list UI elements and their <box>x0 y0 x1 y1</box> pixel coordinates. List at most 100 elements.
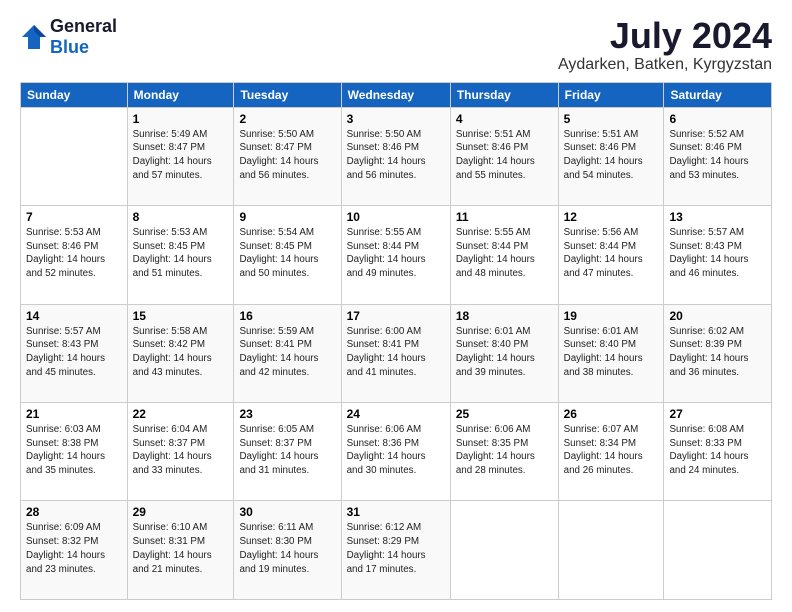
day-info: Sunrise: 5:53 AM Sunset: 8:45 PM Dayligh… <box>133 226 229 281</box>
day-number: 8 <box>133 210 229 224</box>
day-info: Sunrise: 5:49 AM Sunset: 8:47 PM Dayligh… <box>133 128 229 183</box>
day-number: 5 <box>564 112 659 126</box>
day-number: 25 <box>456 407 553 421</box>
calendar-cell-w4-d7: 27 Sunrise: 6:08 AM Sunset: 8:33 PM Dayli… <box>664 403 772 501</box>
day-info: Sunrise: 5:54 AM Sunset: 8:45 PM Dayligh… <box>239 226 335 281</box>
day-number: 28 <box>26 505 122 519</box>
page: General Blue July 2024 Aydarken, Batken,… <box>0 0 792 612</box>
day-info: Sunrise: 6:05 AM Sunset: 8:37 PM Dayligh… <box>239 423 335 478</box>
calendar-cell-w3-d2: 15 Sunrise: 5:58 AM Sunset: 8:42 PM Dayli… <box>127 304 234 402</box>
calendar-week-3: 14Sunrise: 5:57 AM Sunset: 8:43 PM Dayli… <box>21 304 772 402</box>
day-info: Sunrise: 6:11 AM Sunset: 8:30 PM Dayligh… <box>239 521 335 576</box>
calendar-cell-w4-d5: 25 Sunrise: 6:06 AM Sunset: 8:35 PM Dayli… <box>450 403 558 501</box>
day-number: 30 <box>239 505 335 519</box>
calendar-cell-w3-d6: 19Sunrise: 6:01 AM Sunset: 8:40 PM Dayli… <box>558 304 664 402</box>
logo: General Blue <box>20 16 117 58</box>
calendar-cell-w2-d1: 7 Sunrise: 5:53 AM Sunset: 8:46 PM Daylig… <box>21 206 128 304</box>
calendar-cell-w2-d3: 9Sunrise: 5:54 AM Sunset: 8:45 PM Daylig… <box>234 206 341 304</box>
calendar-cell-w5-d3: 30 Sunrise: 6:11 AM Sunset: 8:30 PM Dayli… <box>234 501 341 600</box>
day-number: 21 <box>26 407 122 421</box>
header-tuesday: Tuesday <box>234 82 341 107</box>
header-saturday: Saturday <box>664 82 772 107</box>
day-info: Sunrise: 6:02 AM Sunset: 8:39 PM Dayligh… <box>669 325 766 380</box>
day-info: Sunrise: 5:55 AM Sunset: 8:44 PM Dayligh… <box>347 226 445 281</box>
day-number: 22 <box>133 407 229 421</box>
day-number: 15 <box>133 309 229 323</box>
header-monday: Monday <box>127 82 234 107</box>
day-number: 6 <box>669 112 766 126</box>
header-wednesday: Wednesday <box>341 82 450 107</box>
day-info: Sunrise: 6:06 AM Sunset: 8:35 PM Dayligh… <box>456 423 553 478</box>
day-info: Sunrise: 6:09 AM Sunset: 8:32 PM Dayligh… <box>26 521 122 576</box>
calendar-cell-w1-d6: 5 Sunrise: 5:51 AM Sunset: 8:46 PM Daylig… <box>558 107 664 205</box>
calendar-cell-w1-d2: 1 Sunrise: 5:49 AM Sunset: 8:47 PM Daylig… <box>127 107 234 205</box>
logo-blue: Blue <box>50 37 89 57</box>
day-info: Sunrise: 5:58 AM Sunset: 8:42 PM Dayligh… <box>133 325 229 380</box>
day-info: Sunrise: 6:08 AM Sunset: 8:33 PM Dayligh… <box>669 423 766 478</box>
day-number: 4 <box>456 112 553 126</box>
day-number: 23 <box>239 407 335 421</box>
calendar-week-1: 1 Sunrise: 5:49 AM Sunset: 8:47 PM Daylig… <box>21 107 772 205</box>
day-info: Sunrise: 6:04 AM Sunset: 8:37 PM Dayligh… <box>133 423 229 478</box>
location-title: Aydarken, Batken, Kyrgyzstan <box>558 56 772 74</box>
day-number: 17 <box>347 309 445 323</box>
calendar-cell-w3-d1: 14Sunrise: 5:57 AM Sunset: 8:43 PM Dayli… <box>21 304 128 402</box>
day-info: Sunrise: 6:01 AM Sunset: 8:40 PM Dayligh… <box>456 325 553 380</box>
day-info: Sunrise: 5:53 AM Sunset: 8:46 PM Dayligh… <box>26 226 122 281</box>
calendar-cell-w1-d4: 3 Sunrise: 5:50 AM Sunset: 8:46 PM Daylig… <box>341 107 450 205</box>
day-info: Sunrise: 6:03 AM Sunset: 8:38 PM Dayligh… <box>26 423 122 478</box>
calendar-week-4: 21 Sunrise: 6:03 AM Sunset: 8:38 PM Dayli… <box>21 403 772 501</box>
day-number: 10 <box>347 210 445 224</box>
day-number: 24 <box>347 407 445 421</box>
day-info: Sunrise: 5:50 AM Sunset: 8:46 PM Dayligh… <box>347 128 445 183</box>
calendar-cell-w1-d3: 2 Sunrise: 5:50 AM Sunset: 8:47 PM Daylig… <box>234 107 341 205</box>
day-info: Sunrise: 6:10 AM Sunset: 8:31 PM Dayligh… <box>133 521 229 576</box>
calendar-cell-w2-d7: 13 Sunrise: 5:57 AM Sunset: 8:43 PM Dayli… <box>664 206 772 304</box>
calendar-header-row: Sunday Monday Tuesday Wednesday Thursday… <box>21 82 772 107</box>
day-info: Sunrise: 5:56 AM Sunset: 8:44 PM Dayligh… <box>564 226 659 281</box>
day-info: Sunrise: 5:51 AM Sunset: 8:46 PM Dayligh… <box>456 128 553 183</box>
day-number: 31 <box>347 505 445 519</box>
header-sunday: Sunday <box>21 82 128 107</box>
day-info: Sunrise: 5:57 AM Sunset: 8:43 PM Dayligh… <box>26 325 122 380</box>
calendar-cell-w5-d1: 28 Sunrise: 6:09 AM Sunset: 8:32 PM Dayli… <box>21 501 128 600</box>
calendar-cell-w2-d4: 10 Sunrise: 5:55 AM Sunset: 8:44 PM Dayli… <box>341 206 450 304</box>
month-title: July 2024 <box>558 16 772 56</box>
day-number: 2 <box>239 112 335 126</box>
header-friday: Friday <box>558 82 664 107</box>
day-info: Sunrise: 6:00 AM Sunset: 8:41 PM Dayligh… <box>347 325 445 380</box>
day-number: 7 <box>26 210 122 224</box>
title-block: July 2024 Aydarken, Batken, Kyrgyzstan <box>558 16 772 74</box>
calendar-cell-w1-d5: 4 Sunrise: 5:51 AM Sunset: 8:46 PM Daylig… <box>450 107 558 205</box>
calendar-cell-w4-d3: 23 Sunrise: 6:05 AM Sunset: 8:37 PM Dayli… <box>234 403 341 501</box>
day-info: Sunrise: 5:55 AM Sunset: 8:44 PM Dayligh… <box>456 226 553 281</box>
calendar-week-5: 28 Sunrise: 6:09 AM Sunset: 8:32 PM Dayli… <box>21 501 772 600</box>
day-number: 1 <box>133 112 229 126</box>
calendar-cell-w2-d2: 8 Sunrise: 5:53 AM Sunset: 8:45 PM Daylig… <box>127 206 234 304</box>
calendar-cell-w4-d6: 26Sunrise: 6:07 AM Sunset: 8:34 PM Dayli… <box>558 403 664 501</box>
calendar-cell-w5-d5 <box>450 501 558 600</box>
day-info: Sunrise: 5:50 AM Sunset: 8:47 PM Dayligh… <box>239 128 335 183</box>
day-info: Sunrise: 5:52 AM Sunset: 8:46 PM Dayligh… <box>669 128 766 183</box>
day-number: 26 <box>564 407 659 421</box>
day-info: Sunrise: 5:51 AM Sunset: 8:46 PM Dayligh… <box>564 128 659 183</box>
day-info: Sunrise: 6:12 AM Sunset: 8:29 PM Dayligh… <box>347 521 445 576</box>
day-number: 13 <box>669 210 766 224</box>
calendar-cell-w5-d2: 29 Sunrise: 6:10 AM Sunset: 8:31 PM Dayli… <box>127 501 234 600</box>
calendar-cell-w2-d6: 12Sunrise: 5:56 AM Sunset: 8:44 PM Dayli… <box>558 206 664 304</box>
calendar-cell-w3-d4: 17 Sunrise: 6:00 AM Sunset: 8:41 PM Dayli… <box>341 304 450 402</box>
calendar-cell-w3-d3: 16Sunrise: 5:59 AM Sunset: 8:41 PM Dayli… <box>234 304 341 402</box>
day-number: 18 <box>456 309 553 323</box>
calendar-cell-w3-d7: 20Sunrise: 6:02 AM Sunset: 8:39 PM Dayli… <box>664 304 772 402</box>
day-number: 29 <box>133 505 229 519</box>
calendar-cell-w5-d4: 31 Sunrise: 6:12 AM Sunset: 8:29 PM Dayli… <box>341 501 450 600</box>
day-number: 27 <box>669 407 766 421</box>
header-thursday: Thursday <box>450 82 558 107</box>
calendar-week-2: 7 Sunrise: 5:53 AM Sunset: 8:46 PM Daylig… <box>21 206 772 304</box>
day-info: Sunrise: 5:57 AM Sunset: 8:43 PM Dayligh… <box>669 226 766 281</box>
logo-general: General <box>50 16 117 36</box>
day-number: 3 <box>347 112 445 126</box>
calendar-cell-w5-d6 <box>558 501 664 600</box>
calendar-cell-w4-d4: 24Sunrise: 6:06 AM Sunset: 8:36 PM Dayli… <box>341 403 450 501</box>
calendar-cell-w4-d1: 21 Sunrise: 6:03 AM Sunset: 8:38 PM Dayli… <box>21 403 128 501</box>
